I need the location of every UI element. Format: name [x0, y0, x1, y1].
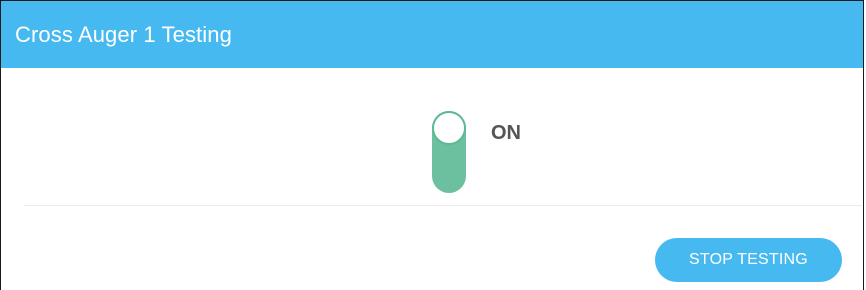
auger-toggle-switch[interactable] [432, 111, 466, 193]
toggle-knob[interactable] [432, 111, 466, 145]
divider [24, 205, 862, 206]
stop-testing-button[interactable]: STOP TESTING [655, 238, 842, 282]
dialog-title: Cross Auger 1 Testing [15, 21, 232, 47]
dialog-header: Cross Auger 1 Testing [1, 1, 863, 68]
test-dialog: Cross Auger 1 Testing ON STOP TESTING [0, 0, 864, 290]
toggle-state-label: ON [491, 122, 521, 144]
